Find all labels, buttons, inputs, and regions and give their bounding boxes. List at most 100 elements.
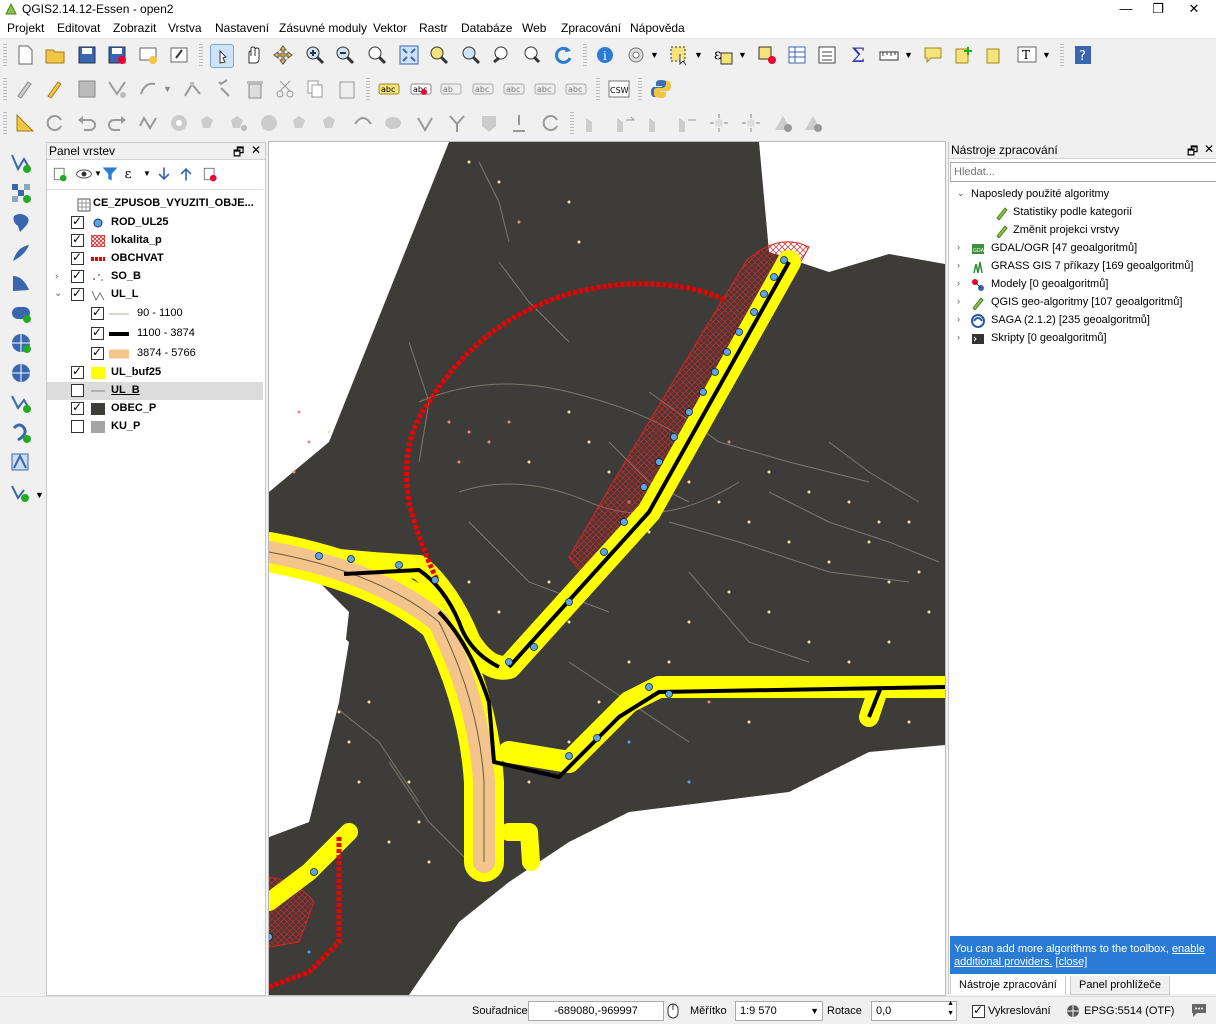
zoom-next-icon[interactable]	[520, 44, 542, 66]
select-features-icon[interactable]	[668, 44, 690, 66]
add-postgis-layer-icon[interactable]	[10, 212, 32, 234]
copy-features-icon[interactable]	[304, 78, 326, 100]
offset-point-icon[interactable]	[540, 112, 562, 134]
layer-visibility-checkbox[interactable]	[71, 214, 84, 229]
reshape-icon[interactable]	[320, 112, 342, 134]
highlight-pinned-icon[interactable]: ab	[440, 78, 462, 100]
add-wcs-layer-icon[interactable]	[10, 362, 32, 384]
sun-settings-icon[interactable]	[708, 112, 730, 134]
layer-ul-buf25[interactable]: UL_buf25	[47, 364, 263, 382]
move-feature-icon[interactable]	[137, 78, 159, 100]
toolbar-grip[interactable]	[596, 78, 600, 102]
deselect-icon[interactable]	[756, 44, 778, 66]
add-delimited-text-icon[interactable]	[10, 422, 32, 444]
statistics-sigma-icon[interactable]: Σ	[848, 44, 870, 66]
remove-layer-icon[interactable]	[201, 165, 219, 183]
print-composer-icon[interactable]	[137, 44, 159, 66]
tree-recent-item[interactable]: Statistiky podle kategorií	[949, 204, 1215, 222]
menu-zasuvne-moduly[interactable]: Zásuvné moduly	[279, 21, 367, 35]
redo-icon[interactable]	[106, 112, 128, 134]
interpolation-icon[interactable]	[676, 112, 698, 134]
add-feature-icon[interactable]	[106, 78, 128, 100]
cut-features-icon[interactable]	[274, 78, 296, 100]
map-tips-icon[interactable]	[922, 44, 944, 66]
current-edits-icon[interactable]	[14, 78, 36, 100]
tree-recent-group[interactable]: ⌄ Naposledy použité algoritmy	[949, 186, 1215, 204]
close-icon[interactable]: ✕	[1204, 142, 1214, 156]
topology-checker-icon[interactable]	[582, 112, 604, 134]
zoom-out-icon[interactable]	[334, 44, 356, 66]
add-spatialite-layer-icon[interactable]	[10, 242, 32, 264]
expand-arrow-icon[interactable]: ›	[957, 296, 960, 306]
restore-button[interactable]: ❐	[1142, 0, 1174, 18]
expand-all-icon[interactable]	[155, 165, 173, 183]
zoom-full-icon[interactable]	[398, 44, 420, 66]
chevron-down-icon[interactable]: ▼	[35, 490, 44, 500]
menu-web[interactable]: Web	[522, 21, 546, 35]
category-1100-3874[interactable]: 1100 - 3874	[47, 325, 263, 343]
georeferencer-icon[interactable]	[614, 112, 636, 134]
toolbar-grip[interactable]	[638, 78, 642, 102]
tree-provider-scripts[interactable]: › Skripty [0 geoalgoritmů]	[949, 330, 1215, 348]
toolbar-grip[interactable]	[1060, 44, 1064, 68]
filter-expression-icon[interactable]: ε	[123, 165, 141, 183]
toolbar-grip[interactable]	[570, 112, 574, 136]
add-wfs-layer-icon[interactable]	[10, 392, 32, 414]
collapse-arrow-icon[interactable]: ⌄	[957, 188, 965, 199]
layer-ce-zpusob[interactable]: CE_ZPUSOB_VYUZITI_OBJE...	[47, 195, 263, 213]
tree-provider-models[interactable]: › Modely [0 geoalgoritmů]	[949, 276, 1215, 294]
layer-visibility-checkbox[interactable]	[71, 250, 84, 265]
toolbar-grip[interactable]	[199, 44, 203, 68]
pan-to-selection-icon[interactable]	[272, 44, 294, 66]
layer-so-b[interactable]: › SO_B	[47, 268, 263, 286]
toolbar-grip[interactable]	[3, 112, 7, 136]
save-as-icon[interactable]	[106, 44, 128, 66]
zoom-actual-size-icon[interactable]	[366, 44, 388, 66]
menu-databaze[interactable]: Databáze	[461, 21, 512, 35]
layer-obec-p[interactable]: OBEC_P	[47, 400, 263, 418]
open-project-icon[interactable]	[44, 44, 66, 66]
layer-visibility-checkbox[interactable]	[71, 364, 84, 379]
map-canvas[interactable]	[268, 141, 946, 996]
field-calculator-icon[interactable]	[816, 44, 838, 66]
expand-arrow-icon[interactable]: ›	[957, 332, 960, 342]
globe-icon[interactable]	[1066, 1004, 1080, 1018]
menu-zobrazit[interactable]: Zobrazit	[113, 21, 156, 35]
chevron-down-icon[interactable]: ▼	[1042, 50, 1051, 60]
toolbar-grip[interactable]	[3, 78, 7, 102]
menu-rastr[interactable]: Rastr	[419, 21, 448, 35]
chevron-down-icon[interactable]: ▼	[143, 169, 151, 178]
delete-ring-icon[interactable]	[258, 112, 280, 134]
new-shapefile-icon[interactable]	[10, 452, 32, 474]
text-annotation-icon[interactable]: T	[1016, 44, 1038, 66]
menu-vektor[interactable]: Vektor	[373, 21, 407, 35]
menu-editovat[interactable]: Editovat	[57, 21, 100, 35]
rotate-label-icon[interactable]: abc	[534, 78, 556, 100]
delete-part-icon[interactable]	[290, 112, 312, 134]
tree-provider-grass[interactable]: › GRASS GIS 7 příkazy [169 geoalgoritmů]	[949, 258, 1215, 276]
pan-map-icon[interactable]	[242, 44, 264, 66]
add-group-icon[interactable]	[51, 165, 69, 183]
add-raster-layer-icon[interactable]	[10, 182, 32, 204]
expand-arrow-icon[interactable]: ›	[957, 260, 960, 270]
layer-rod-ul25[interactable]: ROD_UL25	[47, 214, 263, 232]
add-vector-layer-icon[interactable]	[10, 152, 32, 174]
add-ring-icon[interactable]	[168, 112, 190, 134]
add-wms-layer-icon[interactable]	[10, 332, 32, 354]
layer-properties-icon[interactable]	[802, 112, 824, 134]
expand-arrow-icon[interactable]: ›	[55, 271, 58, 282]
mouse-toggle-icon[interactable]	[665, 1003, 681, 1019]
action-icon[interactable]	[625, 44, 647, 66]
refresh-icon[interactable]	[552, 44, 574, 66]
layer-visibility-checkbox[interactable]	[71, 400, 84, 415]
toolbar-grip[interactable]	[366, 78, 370, 102]
composer-manager-icon[interactable]	[168, 44, 190, 66]
minimize-button[interactable]: —	[1110, 0, 1142, 18]
select-by-expression-icon[interactable]: ε	[712, 44, 734, 66]
layer-ku-p[interactable]: KU_P	[47, 418, 263, 436]
menu-napoveda[interactable]: Nápověda	[630, 21, 685, 35]
chevron-down-icon[interactable]: ▼	[904, 50, 913, 60]
category-3874-5766[interactable]: 3874 - 5766	[47, 345, 263, 363]
chevron-down-icon[interactable]: ▼	[810, 1002, 819, 1020]
render-checkbox[interactable]	[972, 1003, 985, 1018]
